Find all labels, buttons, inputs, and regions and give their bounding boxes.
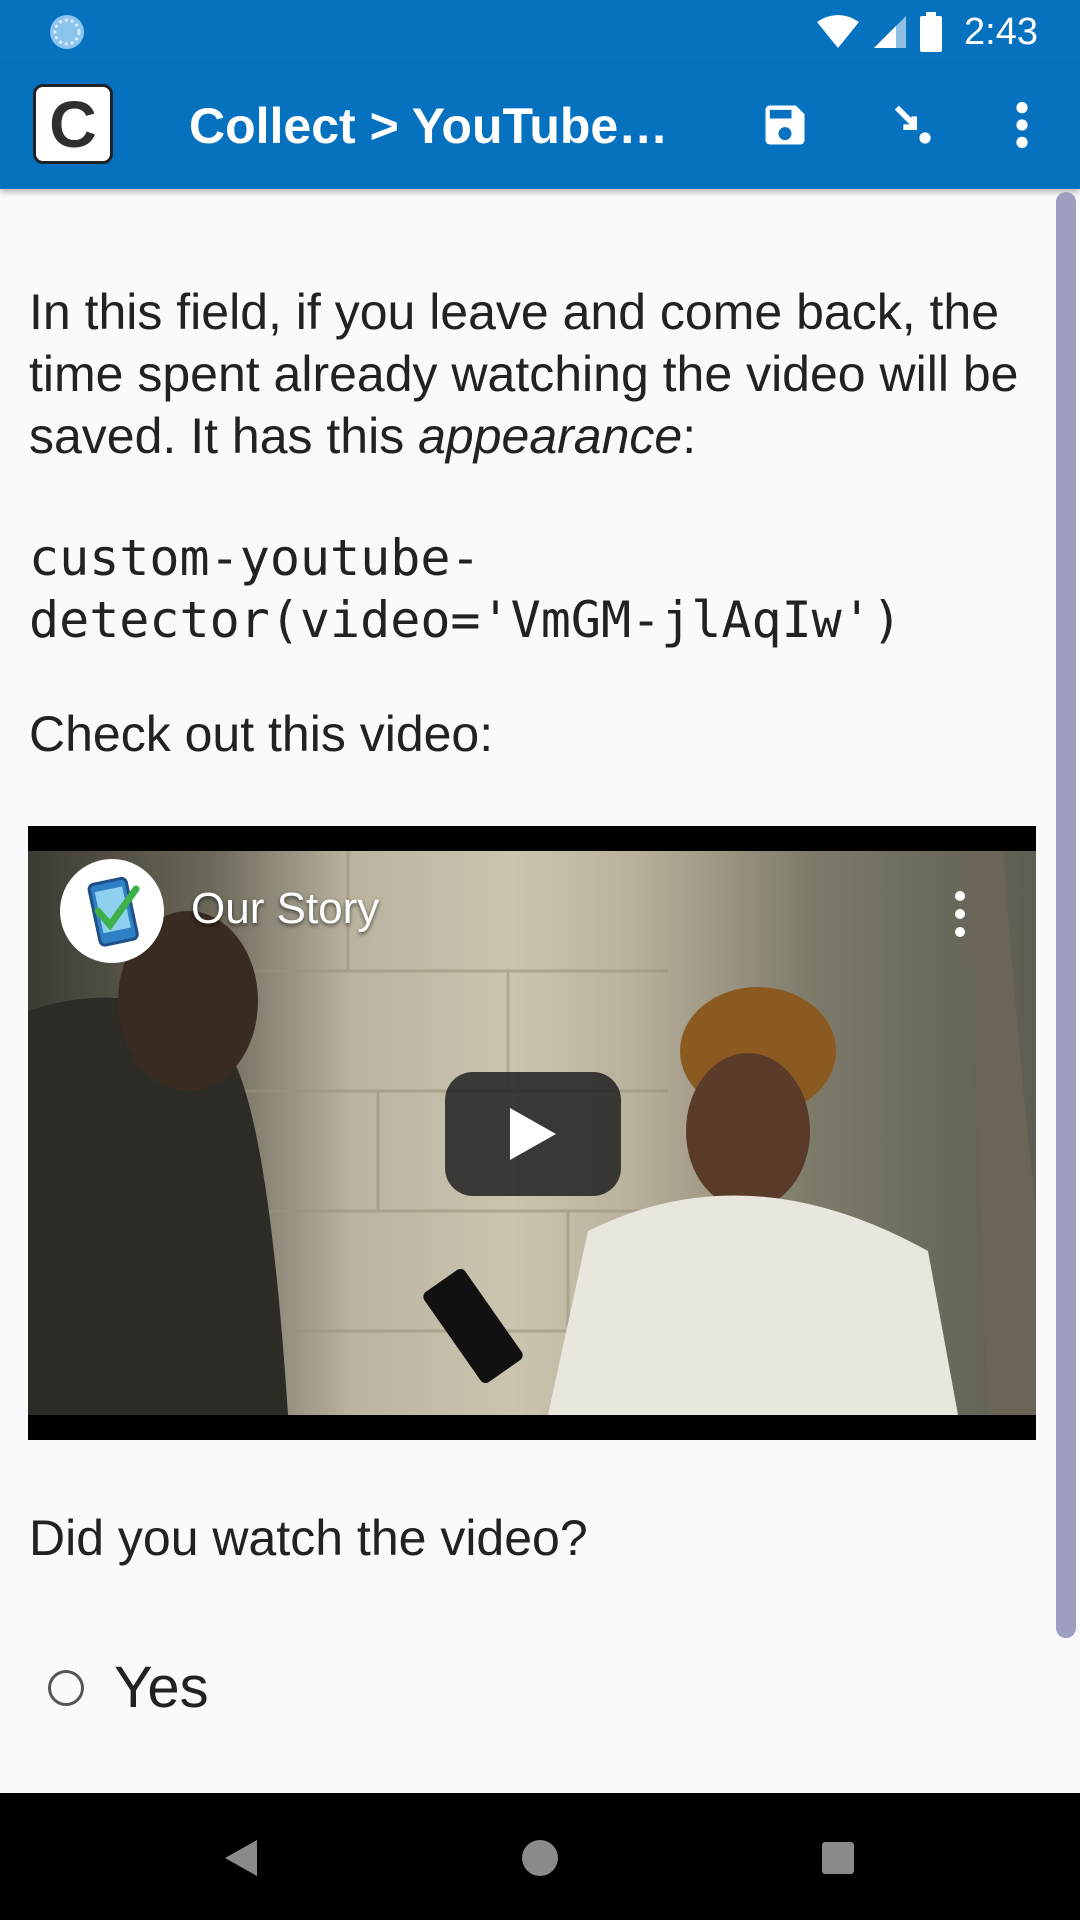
navigation-bar — [0, 1793, 1080, 1920]
status-time: 2:43 — [964, 10, 1038, 53]
status-bar: 2:43 — [0, 0, 1080, 63]
youtube-video-player[interactable]: Our Story — [28, 826, 1036, 1440]
intro-suffix: : — [682, 408, 697, 464]
form-content[interactable]: In this field, if you leave and come bac… — [0, 189, 1080, 1793]
overflow-menu-icon — [1016, 102, 1028, 148]
appearance-code: custom-youtube- detector(video='VmGM-jlA… — [29, 529, 902, 649]
app-title: Collect > YouTube… — [189, 98, 669, 154]
status-icons: 2:43 — [816, 8, 1038, 56]
jump-button[interactable] — [880, 93, 944, 157]
question-label: Did you watch the video? — [29, 1510, 588, 1566]
save-icon — [765, 105, 805, 145]
save-button[interactable] — [753, 93, 817, 157]
home-button[interactable] — [505, 1823, 575, 1893]
back-button[interactable] — [206, 1823, 276, 1893]
recents-icon — [822, 1842, 854, 1874]
option-label[interactable]: Yes — [114, 1654, 209, 1721]
overflow-menu-button[interactable] — [990, 93, 1054, 157]
battery-icon — [920, 12, 943, 52]
video-title[interactable]: Our Story — [191, 884, 379, 934]
play-icon — [510, 1108, 556, 1160]
wifi-icon — [817, 15, 860, 48]
app-bar: C Collect > YouTube… — [0, 63, 1080, 189]
scrollbar[interactable] — [1056, 192, 1076, 1638]
cell-signal-icon — [874, 16, 907, 48]
channel-logo-icon — [87, 876, 140, 947]
app-logo-letter: C — [49, 87, 97, 161]
video-more-icon[interactable] — [940, 884, 980, 944]
home-icon — [522, 1840, 558, 1876]
play-button[interactable] — [445, 1072, 621, 1196]
jump-icon — [894, 105, 931, 144]
intro-text: In this field, if you leave and come bac… — [29, 281, 1049, 467]
intro-emphasis: appearance — [418, 408, 683, 464]
radio-button[interactable] — [48, 1669, 84, 1706]
video-prompt: Check out this video: — [29, 706, 494, 762]
back-icon — [225, 1840, 257, 1876]
channel-logo[interactable] — [60, 859, 164, 963]
sync-icon — [50, 15, 84, 49]
option-yes[interactable]: Yes — [48, 1654, 209, 1721]
app-logo: C — [33, 84, 113, 164]
recents-button[interactable] — [803, 1823, 873, 1893]
